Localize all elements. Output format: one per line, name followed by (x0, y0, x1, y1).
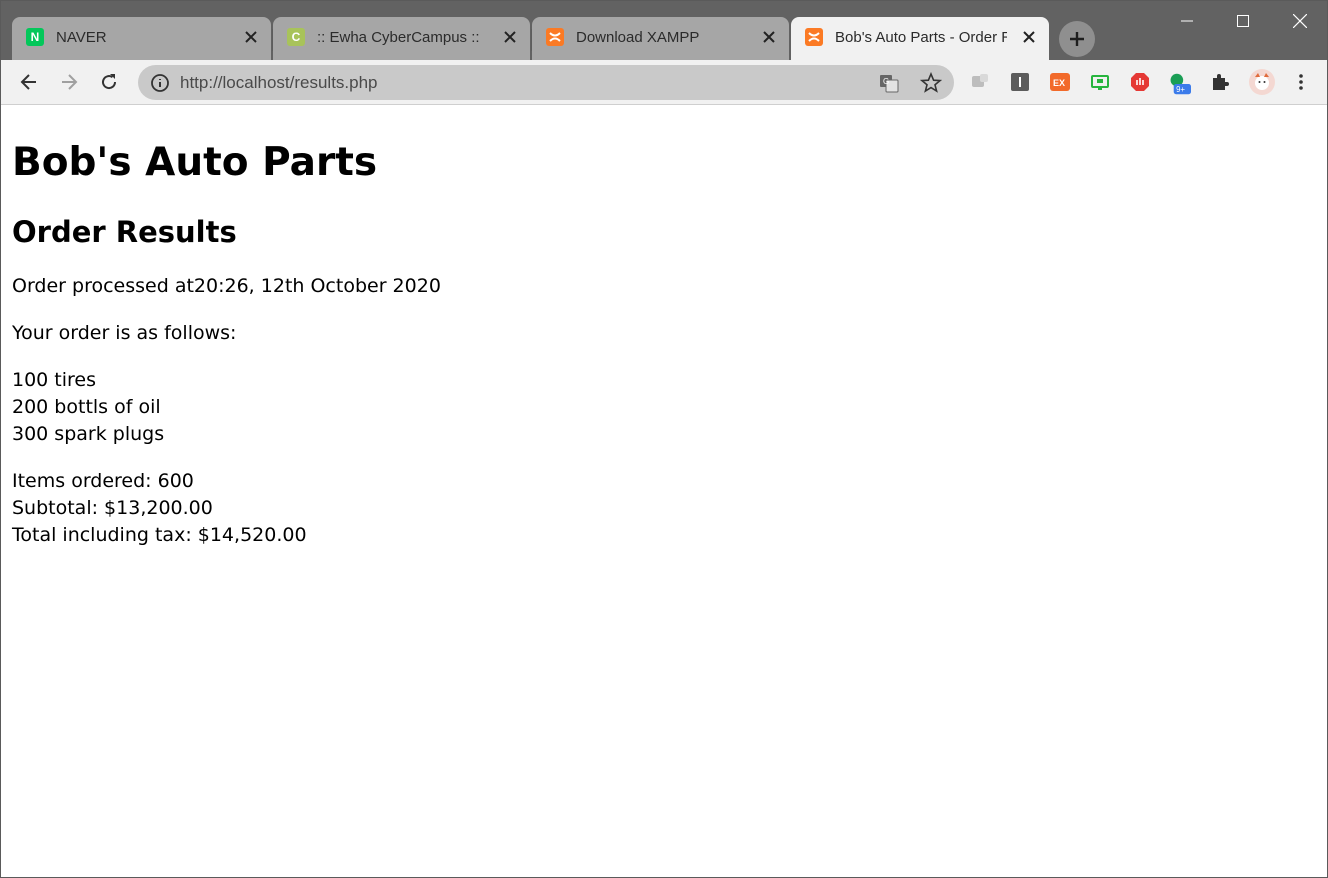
forward-arrow-icon (62, 74, 78, 90)
extension-monitor-icon[interactable] (1089, 71, 1111, 93)
page-title: Bob's Auto Parts (12, 140, 378, 185)
total-with-tax: Total including tax: $14,520.00 (12, 524, 307, 546)
extension-icon[interactable] (969, 71, 991, 93)
close-icon[interactable] (1019, 27, 1039, 47)
minimize-icon (1180, 20, 1193, 22)
address-bar[interactable]: http://localhost/results.php G (138, 65, 954, 100)
page-subtitle: Order Results (12, 215, 237, 249)
url-text[interactable]: http://localhost/results.php (180, 73, 378, 93)
tab-title: Bob's Auto Parts - Order Results (835, 29, 1007, 46)
back-arrow-icon (20, 74, 36, 90)
subtotal: Subtotal: $13,200.00 (12, 497, 213, 519)
tab-cybercampus[interactable]: C :: Ewha CyberCampus :: (273, 17, 530, 60)
reload-icon (102, 74, 117, 90)
extensions-puzzle-icon[interactable] (1209, 71, 1231, 93)
back-button[interactable] (13, 66, 45, 98)
tab-naver[interactable]: N NAVER (12, 17, 271, 60)
bookmark-star-icon[interactable] (920, 72, 942, 94)
extension-i-icon[interactable] (1009, 71, 1031, 93)
close-icon[interactable] (500, 27, 520, 47)
tab-title: Download XAMPP (576, 29, 700, 46)
tab-order-results[interactable]: Bob's Auto Parts - Order Results (791, 17, 1049, 60)
order-summary: Items ordered: 600 Subtotal: $13,200.00 … (12, 468, 1316, 549)
page-content: Bob's Auto Parts Order Results Order pro… (1, 106, 1327, 877)
extension-ex-icon[interactable]: EX (1049, 71, 1071, 93)
cybercampus-icon: C (287, 28, 305, 46)
menu-kebab-icon[interactable] (1290, 71, 1312, 93)
tab-strip: N NAVER C :: Ewha CyberCampus :: Downloa… (1, 1, 1327, 60)
forward-button[interactable] (53, 66, 85, 98)
list-item: 300 spark plugs (12, 423, 165, 445)
xampp-icon (546, 28, 564, 46)
naver-icon: N (26, 28, 44, 46)
order-intro: Your order is as follows: (12, 322, 237, 344)
list-item: 100 tires (12, 369, 97, 391)
plus-icon (1070, 32, 1084, 46)
processed-text: Order processed at20:26, 12th October 20… (12, 275, 441, 297)
info-icon[interactable] (150, 73, 170, 93)
new-tab-button[interactable] (1059, 21, 1095, 57)
browser-toolbar: http://localhost/results.php G EX 9+ (1, 60, 1327, 105)
maximize-button[interactable] (1214, 1, 1271, 41)
tab-title: :: Ewha CyberCampus :: (317, 29, 480, 46)
items-ordered: Items ordered: 600 (12, 470, 194, 492)
close-icon[interactable] (759, 27, 779, 47)
minimize-button[interactable] (1158, 1, 1215, 41)
reload-button[interactable] (93, 66, 125, 98)
maximize-icon (1236, 15, 1249, 27)
xampp-icon (805, 28, 823, 46)
extension-block-icon[interactable] (1129, 71, 1151, 93)
extension-badge: 9+ (1176, 85, 1185, 94)
extension-green-icon[interactable]: 9+ (1169, 71, 1191, 95)
tab-title: NAVER (56, 29, 107, 46)
order-items: 100 tires 200 bottls of oil 300 spark pl… (12, 367, 1316, 448)
svg-text:G: G (883, 77, 889, 86)
browser-window: N NAVER C :: Ewha CyberCampus :: Downloa… (0, 0, 1328, 878)
svg-text:EX: EX (1053, 78, 1065, 88)
close-icon[interactable] (241, 27, 261, 47)
window-close-button[interactable] (1271, 1, 1328, 41)
translate-icon[interactable]: G (878, 72, 900, 94)
close-icon (1292, 14, 1307, 28)
list-item: 200 bottls of oil (12, 396, 161, 418)
tab-download-xampp[interactable]: Download XAMPP (532, 17, 789, 60)
profile-avatar[interactable] (1249, 69, 1275, 95)
